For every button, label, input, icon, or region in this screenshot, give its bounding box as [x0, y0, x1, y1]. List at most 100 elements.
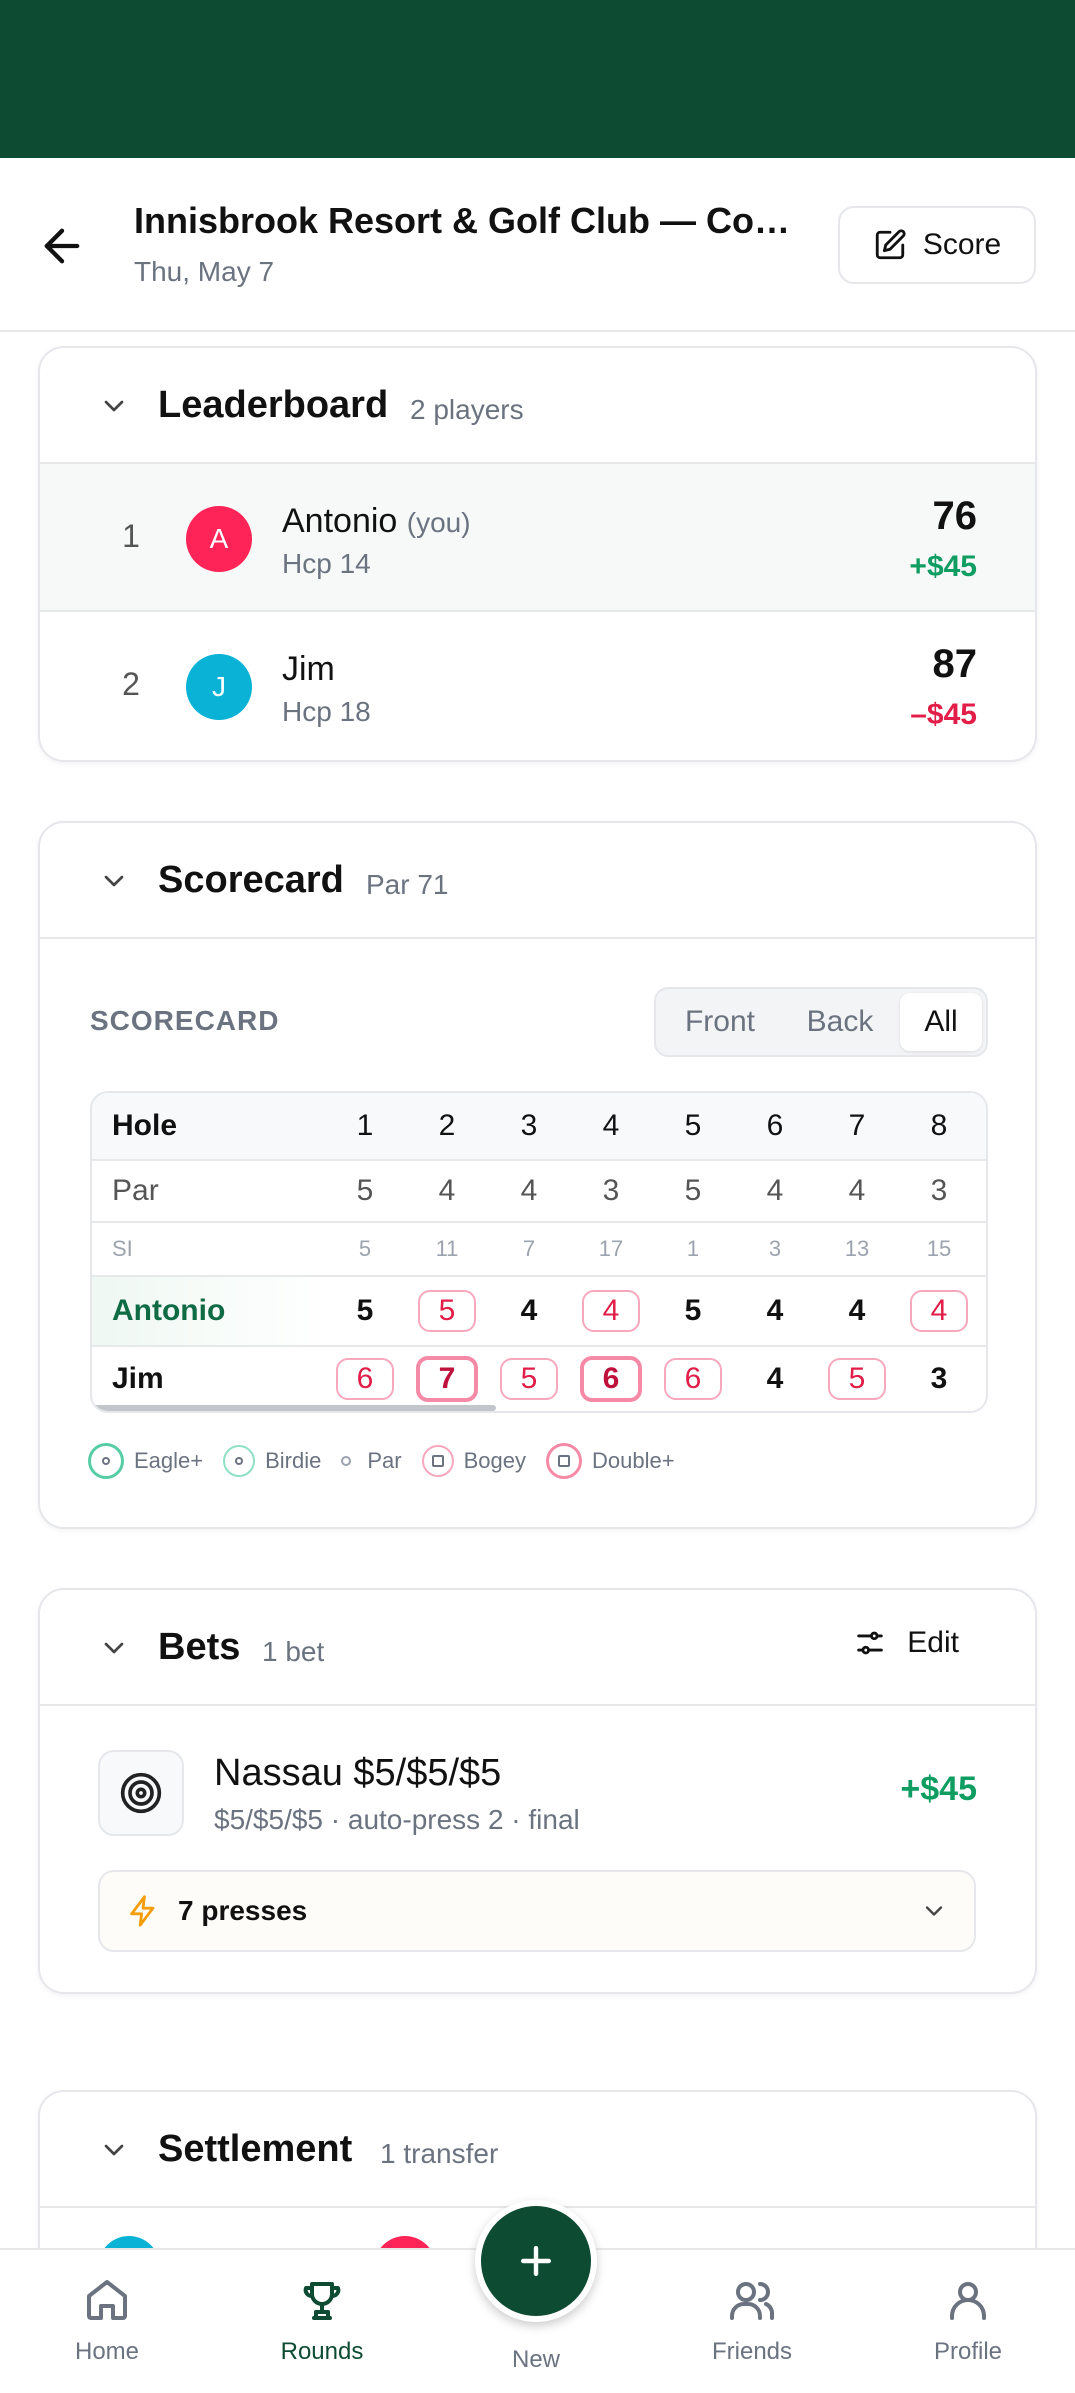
- arrow-left-icon: [44, 228, 80, 264]
- si-row-label: SI: [112, 1236, 133, 1261]
- avatar: J: [186, 654, 252, 720]
- horizontal-scrollbar[interactable]: [94, 1405, 496, 1411]
- hole-score[interactable]: 5: [357, 1294, 374, 1328]
- hole-score[interactable]: 3: [931, 1362, 948, 1396]
- hole-number: 1: [356, 1109, 374, 1142]
- score-button[interactable]: Score: [838, 206, 1036, 284]
- player-name-text: Antonio: [282, 502, 398, 540]
- hole-score[interactable]: 5: [828, 1358, 886, 1400]
- nav-home-label: Home: [74, 2338, 140, 2365]
- hole-score[interactable]: 6: [664, 1358, 722, 1400]
- par-value: 3: [930, 1174, 948, 1207]
- par-marker-icon: [341, 1456, 352, 1466]
- par-row-label: Par: [112, 1174, 159, 1207]
- player-money: –$45: [910, 698, 977, 731]
- scorecard-header[interactable]: Scorecard Par 71: [40, 823, 1035, 939]
- avatar: A: [186, 506, 252, 572]
- bets-header[interactable]: Bets 1 bet Edit: [40, 1590, 1035, 1706]
- legend-birdie: Birdie: [223, 1445, 321, 1477]
- presses-label: 7 presses: [178, 1895, 308, 1926]
- segment-back[interactable]: Back: [780, 993, 900, 1051]
- presses-dropdown[interactable]: 7 presses: [98, 1870, 976, 1952]
- nav-friends[interactable]: Friends: [677, 2276, 827, 2366]
- player-score-row: Jim 6 7 5 6 6 4 5 3: [92, 1347, 986, 1411]
- settlement-title: Settlement: [158, 2128, 353, 2170]
- sliders-icon: [857, 1631, 884, 1655]
- chevron-down-icon: [925, 1906, 943, 1916]
- hole-score[interactable]: 4: [767, 1362, 784, 1396]
- player-handicap: Hcp 18: [282, 696, 371, 727]
- si-value: 5: [358, 1236, 372, 1261]
- segment-front[interactable]: Front: [660, 993, 780, 1051]
- score-legend: Eagle+ Birdie Par Bogey Double+: [88, 1443, 675, 1479]
- hole-score[interactable]: 4: [521, 1294, 538, 1328]
- hole-score[interactable]: 5: [418, 1290, 476, 1332]
- par-row: Par 5 4 4 3 5 4 4 3: [92, 1161, 986, 1223]
- status-bar: [0, 0, 1075, 158]
- nav-rounds[interactable]: Rounds: [247, 2276, 397, 2366]
- birdie-marker-icon: [223, 1445, 256, 1477]
- par-value: 5: [684, 1174, 702, 1207]
- hole-score[interactable]: 7: [416, 1356, 478, 1402]
- si-value: 7: [522, 1236, 536, 1261]
- player-handicap: Hcp 14: [282, 548, 371, 579]
- hole-number: 8: [930, 1109, 948, 1142]
- back-button[interactable]: [36, 220, 88, 272]
- legend-birdie-label: Birdie: [265, 1448, 322, 1473]
- hole-score[interactable]: 6: [580, 1356, 642, 1402]
- nav-profile[interactable]: Profile: [893, 2276, 1043, 2366]
- new-round-button[interactable]: [475, 2200, 597, 2322]
- hole-score[interactable]: 4: [910, 1290, 968, 1332]
- player-name-text: Jim: [282, 650, 335, 688]
- scorecard-grid[interactable]: Hole 1 2 3 4 5 6 7 8 Par 5 4 4 3 5 4 4 3: [90, 1091, 988, 1413]
- scorecard-label: SCORECARD: [90, 1005, 280, 1036]
- hole-score[interactable]: 5: [500, 1358, 558, 1400]
- nav-home[interactable]: Home: [32, 2276, 182, 2366]
- leaderboard-row[interactable]: 1 A Antonio (you) Hcp 14 76 +$45: [40, 464, 1035, 612]
- chevron-down-icon: [104, 400, 124, 412]
- legend-par: Par: [341, 1448, 402, 1474]
- segment-all[interactable]: All: [900, 993, 982, 1051]
- par-value: 4: [520, 1174, 538, 1207]
- trophy-icon: [303, 2282, 341, 2320]
- new-round-label: New: [511, 2346, 560, 2373]
- hole-number: 2: [438, 1109, 456, 1142]
- scorecard-card: Scorecard Par 71 SCORECARD Front Back Al…: [38, 821, 1037, 1529]
- player-money: +$45: [909, 550, 977, 583]
- si-value: 11: [435, 1236, 459, 1261]
- bets-card: Bets 1 bet Edit Nassau $5/$5/$5 $5/$5/$5…: [38, 1588, 1037, 1994]
- plus-icon: [520, 2245, 552, 2277]
- nine-selector: Front Back All: [654, 987, 988, 1057]
- nav-profile-label: Profile: [933, 2338, 1003, 2365]
- settlement-header[interactable]: Settlement 1 transfer: [40, 2092, 1035, 2208]
- lightning-icon: [130, 1895, 155, 1927]
- edit-bets-button[interactable]: Edit: [853, 1626, 959, 1660]
- scorecard-title: Scorecard: [158, 859, 344, 901]
- si-value: 15: [926, 1236, 952, 1261]
- leaderboard-card: Leaderboard 2 players 1 A Antonio (you) …: [38, 346, 1037, 762]
- settlement-meta: 1 transfer: [380, 2138, 499, 2169]
- hole-score[interactable]: 4: [849, 1294, 866, 1328]
- hole-score[interactable]: 5: [685, 1294, 702, 1328]
- page-title: Innisbrook Resort & Golf Club — Co…: [134, 200, 790, 241]
- target-icon: [120, 1772, 162, 1814]
- score-button-label: Score: [922, 228, 1002, 261]
- hole-score[interactable]: 4: [582, 1290, 640, 1332]
- bets-title: Bets: [158, 1626, 241, 1668]
- hole-score[interactable]: 6: [336, 1358, 394, 1400]
- legend-bogey-label: Bogey: [463, 1448, 527, 1473]
- nav-rounds-label: Rounds: [280, 2338, 364, 2365]
- eagle-marker-icon: [88, 1443, 124, 1479]
- hole-number: 3: [520, 1109, 538, 1142]
- leaderboard-row[interactable]: 2 J Jim Hcp 18 87 –$45: [40, 612, 1035, 760]
- hole-score[interactable]: 4: [767, 1294, 784, 1328]
- player-name: Antonio (you): [282, 502, 471, 541]
- par-value: 4: [848, 1174, 866, 1207]
- leaderboard-header[interactable]: Leaderboard 2 players: [40, 348, 1035, 464]
- leaderboard-meta: 2 players: [410, 394, 524, 425]
- si-value: 1: [686, 1236, 700, 1261]
- si-row: SI 5 11 7 17 1 3 13 15: [92, 1223, 986, 1277]
- hole-number: 5: [684, 1109, 702, 1142]
- friends-icon: [730, 2282, 774, 2320]
- chevron-down-icon: [104, 1642, 124, 1654]
